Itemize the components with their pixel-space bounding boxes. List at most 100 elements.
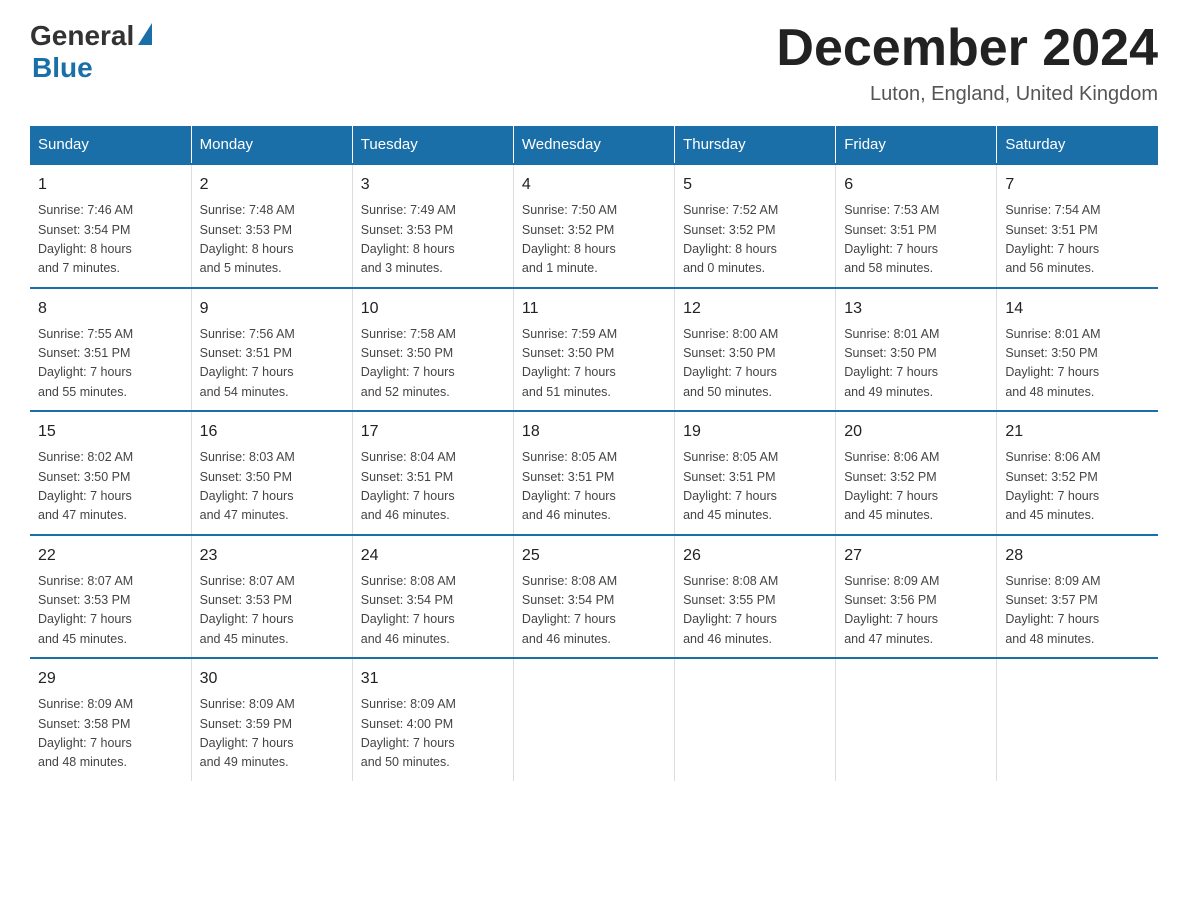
- day-number: 6: [844, 173, 988, 197]
- day-info: Sunrise: 8:05 AM Sunset: 3:51 PM Dayligh…: [683, 448, 827, 526]
- day-info: Sunrise: 8:05 AM Sunset: 3:51 PM Dayligh…: [522, 448, 666, 526]
- day-info: Sunrise: 8:01 AM Sunset: 3:50 PM Dayligh…: [844, 325, 988, 403]
- day-info: Sunrise: 7:50 AM Sunset: 3:52 PM Dayligh…: [522, 201, 666, 279]
- day-info: Sunrise: 8:08 AM Sunset: 3:54 PM Dayligh…: [361, 572, 505, 650]
- calendar-cell-21: 21 Sunrise: 8:06 AM Sunset: 3:52 PM Dayli…: [997, 411, 1158, 535]
- page-header: General Blue December 2024 Luton, Englan…: [30, 20, 1158, 106]
- calendar-cell-5: 5 Sunrise: 7:52 AM Sunset: 3:52 PM Daylig…: [675, 164, 836, 288]
- day-info: Sunrise: 7:58 AM Sunset: 3:50 PM Dayligh…: [361, 325, 505, 403]
- day-info: Sunrise: 8:06 AM Sunset: 3:52 PM Dayligh…: [844, 448, 988, 526]
- calendar-week-row-4: 22Sunrise: 8:07 AM Sunset: 3:53 PM Dayli…: [30, 535, 1158, 659]
- day-info: Sunrise: 8:00 AM Sunset: 3:50 PM Dayligh…: [683, 325, 827, 403]
- day-number: 9: [200, 297, 344, 321]
- day-number: 5: [683, 173, 827, 197]
- calendar-cell-26: 26 Sunrise: 8:08 AM Sunset: 3:55 PM Dayli…: [675, 535, 836, 659]
- logo: General Blue: [30, 20, 152, 84]
- calendar-cell-empty: [513, 658, 674, 781]
- day-number: 1: [38, 173, 183, 197]
- day-number: 12: [683, 297, 827, 321]
- calendar-header-sunday: Sunday: [30, 126, 191, 164]
- day-info: Sunrise: 7:55 AM Sunset: 3:51 PM Dayligh…: [38, 325, 183, 403]
- day-number: 16: [200, 420, 344, 444]
- day-number: 30: [200, 667, 344, 691]
- day-number: 25: [522, 544, 666, 568]
- calendar-cell-25: 25 Sunrise: 8:08 AM Sunset: 3:54 PM Dayli…: [513, 535, 674, 659]
- calendar-cell-23: 23 Sunrise: 8:07 AM Sunset: 3:53 PM Dayli…: [191, 535, 352, 659]
- calendar-cell-4: 4Sunrise: 7:50 AM Sunset: 3:52 PM Daylig…: [513, 164, 674, 288]
- day-number: 23: [200, 544, 344, 568]
- calendar-week-row-5: 29 Sunrise: 8:09 AM Sunset: 3:58 PM Dayli…: [30, 658, 1158, 781]
- calendar-table: SundayMondayTuesdayWednesdayThursdayFrid…: [30, 126, 1158, 781]
- calendar-cell-15: 15Sunrise: 8:02 AM Sunset: 3:50 PM Dayli…: [30, 411, 191, 535]
- calendar-cell-28: 28Sunrise: 8:09 AM Sunset: 3:57 PM Dayli…: [997, 535, 1158, 659]
- calendar-week-row-1: 1Sunrise: 7:46 AM Sunset: 3:54 PM Daylig…: [30, 164, 1158, 288]
- day-number: 10: [361, 297, 505, 321]
- calendar-header-saturday: Saturday: [997, 126, 1158, 164]
- day-info: Sunrise: 8:07 AM Sunset: 3:53 PM Dayligh…: [38, 572, 183, 650]
- day-number: 13: [844, 297, 988, 321]
- day-info: Sunrise: 8:06 AM Sunset: 3:52 PM Dayligh…: [1005, 448, 1150, 526]
- title-section: December 2024 Luton, England, United Kin…: [776, 20, 1158, 106]
- day-number: 21: [1005, 420, 1150, 444]
- day-info: Sunrise: 7:53 AM Sunset: 3:51 PM Dayligh…: [844, 201, 988, 279]
- day-number: 27: [844, 544, 988, 568]
- calendar-cell-18: 18 Sunrise: 8:05 AM Sunset: 3:51 PM Dayli…: [513, 411, 674, 535]
- calendar-header-friday: Friday: [836, 126, 997, 164]
- calendar-week-row-2: 8Sunrise: 7:55 AM Sunset: 3:51 PM Daylig…: [30, 288, 1158, 412]
- calendar-body: 1Sunrise: 7:46 AM Sunset: 3:54 PM Daylig…: [30, 164, 1158, 781]
- logo-triangle-icon: [138, 23, 152, 45]
- day-number: 18: [522, 420, 666, 444]
- day-info: Sunrise: 7:59 AM Sunset: 3:50 PM Dayligh…: [522, 325, 666, 403]
- calendar-cell-empty: [997, 658, 1158, 781]
- day-number: 2: [200, 173, 344, 197]
- day-info: Sunrise: 7:48 AM Sunset: 3:53 PM Dayligh…: [200, 201, 344, 279]
- day-number: 29: [38, 667, 183, 691]
- calendar-cell-29: 29 Sunrise: 8:09 AM Sunset: 3:58 PM Dayli…: [30, 658, 191, 781]
- calendar-cell-7: 7 Sunrise: 7:54 AM Sunset: 3:51 PM Daylig…: [997, 164, 1158, 288]
- day-info: Sunrise: 7:54 AM Sunset: 3:51 PM Dayligh…: [1005, 201, 1150, 279]
- calendar-cell-9: 9 Sunrise: 7:56 AM Sunset: 3:51 PM Daylig…: [191, 288, 352, 412]
- calendar-cell-12: 12 Sunrise: 8:00 AM Sunset: 3:50 PM Dayli…: [675, 288, 836, 412]
- day-info: Sunrise: 8:09 AM Sunset: 3:58 PM Dayligh…: [38, 695, 183, 773]
- location-subtitle: Luton, England, United Kingdom: [776, 83, 1158, 106]
- calendar-cell-11: 11 Sunrise: 7:59 AM Sunset: 3:50 PM Dayli…: [513, 288, 674, 412]
- day-info: Sunrise: 8:07 AM Sunset: 3:53 PM Dayligh…: [200, 572, 344, 650]
- calendar-cell-31: 31 Sunrise: 8:09 AM Sunset: 4:00 PM Dayli…: [352, 658, 513, 781]
- calendar-header-wednesday: Wednesday: [513, 126, 674, 164]
- day-number: 7: [1005, 173, 1150, 197]
- day-number: 31: [361, 667, 505, 691]
- calendar-cell-24: 24Sunrise: 8:08 AM Sunset: 3:54 PM Dayli…: [352, 535, 513, 659]
- calendar-header-monday: Monday: [191, 126, 352, 164]
- day-info: Sunrise: 8:01 AM Sunset: 3:50 PM Dayligh…: [1005, 325, 1150, 403]
- day-info: Sunrise: 7:56 AM Sunset: 3:51 PM Dayligh…: [200, 325, 344, 403]
- day-info: Sunrise: 8:08 AM Sunset: 3:54 PM Dayligh…: [522, 572, 666, 650]
- month-title: December 2024: [776, 20, 1158, 77]
- calendar-cell-30: 30Sunrise: 8:09 AM Sunset: 3:59 PM Dayli…: [191, 658, 352, 781]
- calendar-cell-3: 3Sunrise: 7:49 AM Sunset: 3:53 PM Daylig…: [352, 164, 513, 288]
- day-info: Sunrise: 8:09 AM Sunset: 3:56 PM Dayligh…: [844, 572, 988, 650]
- day-number: 28: [1005, 544, 1150, 568]
- day-info: Sunrise: 8:03 AM Sunset: 3:50 PM Dayligh…: [200, 448, 344, 526]
- logo-blue-text: Blue: [32, 52, 93, 84]
- day-info: Sunrise: 8:08 AM Sunset: 3:55 PM Dayligh…: [683, 572, 827, 650]
- day-number: 3: [361, 173, 505, 197]
- calendar-cell-14: 14 Sunrise: 8:01 AM Sunset: 3:50 PM Dayli…: [997, 288, 1158, 412]
- day-info: Sunrise: 7:52 AM Sunset: 3:52 PM Dayligh…: [683, 201, 827, 279]
- day-number: 11: [522, 297, 666, 321]
- day-number: 17: [361, 420, 505, 444]
- calendar-header: SundayMondayTuesdayWednesdayThursdayFrid…: [30, 126, 1158, 164]
- calendar-cell-6: 6 Sunrise: 7:53 AM Sunset: 3:51 PM Daylig…: [836, 164, 997, 288]
- day-number: 14: [1005, 297, 1150, 321]
- calendar-cell-13: 13 Sunrise: 8:01 AM Sunset: 3:50 PM Dayli…: [836, 288, 997, 412]
- calendar-cell-10: 10 Sunrise: 7:58 AM Sunset: 3:50 PM Dayli…: [352, 288, 513, 412]
- calendar-cell-empty: [836, 658, 997, 781]
- calendar-cell-17: 17Sunrise: 8:04 AM Sunset: 3:51 PM Dayli…: [352, 411, 513, 535]
- calendar-cell-2: 2 Sunrise: 7:48 AM Sunset: 3:53 PM Daylig…: [191, 164, 352, 288]
- calendar-cell-8: 8Sunrise: 7:55 AM Sunset: 3:51 PM Daylig…: [30, 288, 191, 412]
- calendar-cell-22: 22Sunrise: 8:07 AM Sunset: 3:53 PM Dayli…: [30, 535, 191, 659]
- day-number: 19: [683, 420, 827, 444]
- logo-general-text: General: [30, 20, 134, 52]
- calendar-week-row-3: 15Sunrise: 8:02 AM Sunset: 3:50 PM Dayli…: [30, 411, 1158, 535]
- day-number: 26: [683, 544, 827, 568]
- day-info: Sunrise: 8:09 AM Sunset: 4:00 PM Dayligh…: [361, 695, 505, 773]
